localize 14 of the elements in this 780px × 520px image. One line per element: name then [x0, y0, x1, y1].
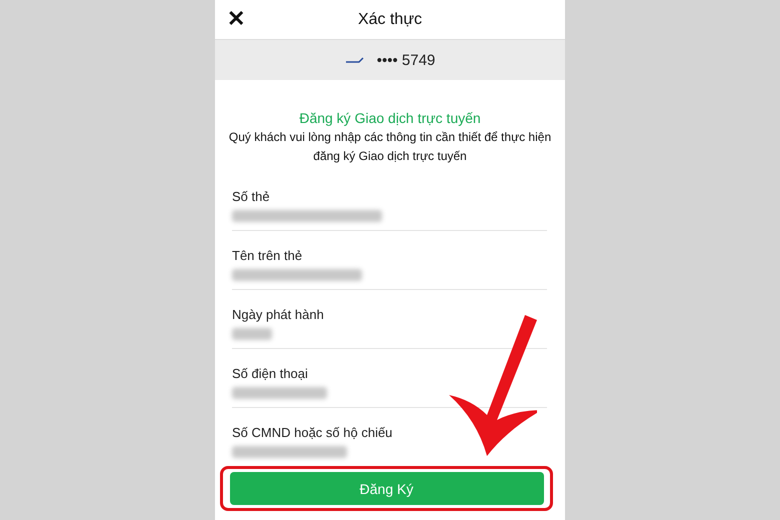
card-number: •••• 5749 [376, 52, 436, 68]
bank-logo-icon [344, 56, 365, 64]
screen-title: Xác thực [358, 10, 422, 28]
form-title: Đăng ký Giao dịch trực tuyến [298, 110, 482, 126]
field-label: Số thẻ [232, 189, 271, 204]
input-field[interactable]: Số thẻ [232, 172, 547, 231]
close-icon[interactable]: ✕ [227, 6, 245, 32]
field-label: Tên trên thẻ [232, 248, 304, 263]
form-description: Quý khách vui lòng nhập các thông tin cần thiết để thực hiện đăng ký Giao dịch trực tuyến [228, 129, 552, 165]
field-label: Số CMND hoặc số hộ chiếu [232, 425, 394, 440]
field-label: Ngày phát hành [232, 307, 325, 322]
blurred-value [232, 328, 272, 340]
input-field[interactable]: Tên trên thẻ [232, 231, 547, 290]
field-label: Số điện thoại [232, 366, 309, 381]
